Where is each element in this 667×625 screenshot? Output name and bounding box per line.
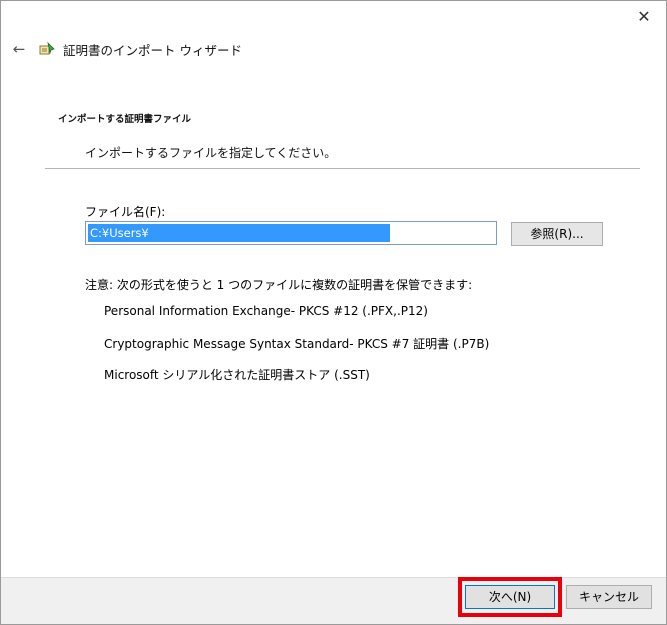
back-arrow-icon: ← (12, 40, 26, 58)
section-description: インポートするファイルを指定してください。 (85, 146, 337, 160)
format-item-sst: Microsoft シリアル化された証明書ストア (.SST) (104, 368, 370, 382)
close-icon: ✕ (637, 7, 651, 26)
cancel-button[interactable]: キャンセル (566, 585, 652, 609)
wizard-window: ✕ ← 証明書のインポート ウィザード インポートする証明書ファイル インポート… (0, 0, 667, 625)
back-button[interactable]: ← (9, 40, 29, 58)
section-title: インポートする証明書ファイル (58, 114, 192, 125)
file-name-input[interactable]: C:¥Users¥ (85, 221, 497, 245)
format-item-p7b: Cryptographic Message Syntax Standard- P… (104, 337, 490, 351)
close-button[interactable]: ✕ (634, 7, 654, 27)
file-name-value: C:¥Users¥ (88, 224, 390, 242)
note-text: 注意: 次の形式を使うと 1 つのファイルに複数の証明書を保管できます: (85, 278, 473, 292)
window-title: 証明書のインポート ウィザード (63, 42, 242, 58)
divider (45, 168, 640, 169)
format-item-pfx: Personal Information Exchange- PKCS #12 … (104, 304, 428, 318)
certificate-wizard-icon (39, 41, 55, 55)
browse-button[interactable]: 参照(R)... (511, 222, 603, 246)
next-button[interactable]: 次へ(N) (465, 585, 555, 609)
wizard-header: ← 証明書のインポート ウィザード (9, 37, 242, 61)
file-name-label: ファイル名(F): (85, 205, 166, 219)
